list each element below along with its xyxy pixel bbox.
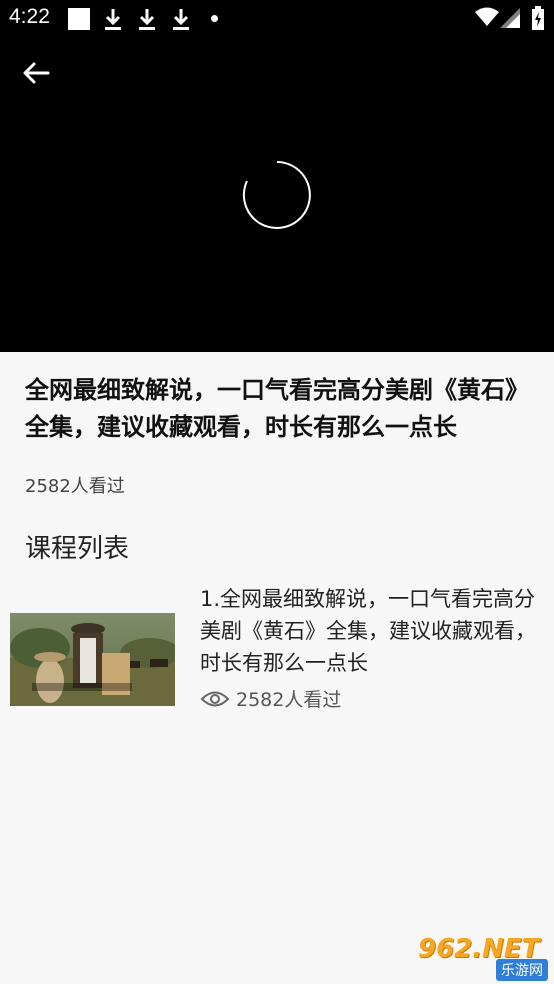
- battery-charging-icon: [532, 6, 544, 30]
- wifi-icon: [475, 7, 499, 26]
- course-thumbnail[interactable]: [10, 613, 175, 706]
- course-view-count-text: 2582人看过: [236, 689, 342, 711]
- download-icon: [173, 9, 189, 30]
- course-title[interactable]: 1.全网最细致解说，一口气看完高分美剧《黄石》全集，建议收藏观看，时长有那么一点…: [200, 583, 540, 679]
- back-arrow-icon[interactable]: [20, 59, 52, 87]
- course-list-heading: 课程列表: [25, 534, 130, 564]
- notification-dot-icon: [211, 15, 218, 22]
- course-view-count: 2582人看过: [200, 685, 341, 712]
- site-watermark: 962.NET 乐游网: [414, 934, 552, 982]
- download-icon: [105, 9, 121, 30]
- video-player[interactable]: [0, 37, 554, 352]
- loading-spinner-icon: [242, 161, 311, 229]
- eye-icon: [200, 691, 230, 706]
- status-time: 4:22: [9, 5, 50, 28]
- notification-square-icon: [68, 8, 90, 30]
- signal-icon: [500, 8, 520, 28]
- video-view-count: 2582人看过: [25, 476, 125, 497]
- download-icon: [139, 9, 155, 30]
- course-list-item[interactable]: 1.全网最细致解说，一口气看完高分美剧《黄石》全集，建议收藏观看，时长有那么一点…: [0, 578, 554, 718]
- status-bar: 4:22: [0, 0, 554, 37]
- video-title: 全网最细致解说，一口气看完高分美剧《黄石》全集，建议收藏观看，时长有那么一点长: [25, 376, 529, 441]
- thumbnail-image: [10, 613, 175, 706]
- watermark-site-name: 乐游网: [496, 959, 548, 981]
